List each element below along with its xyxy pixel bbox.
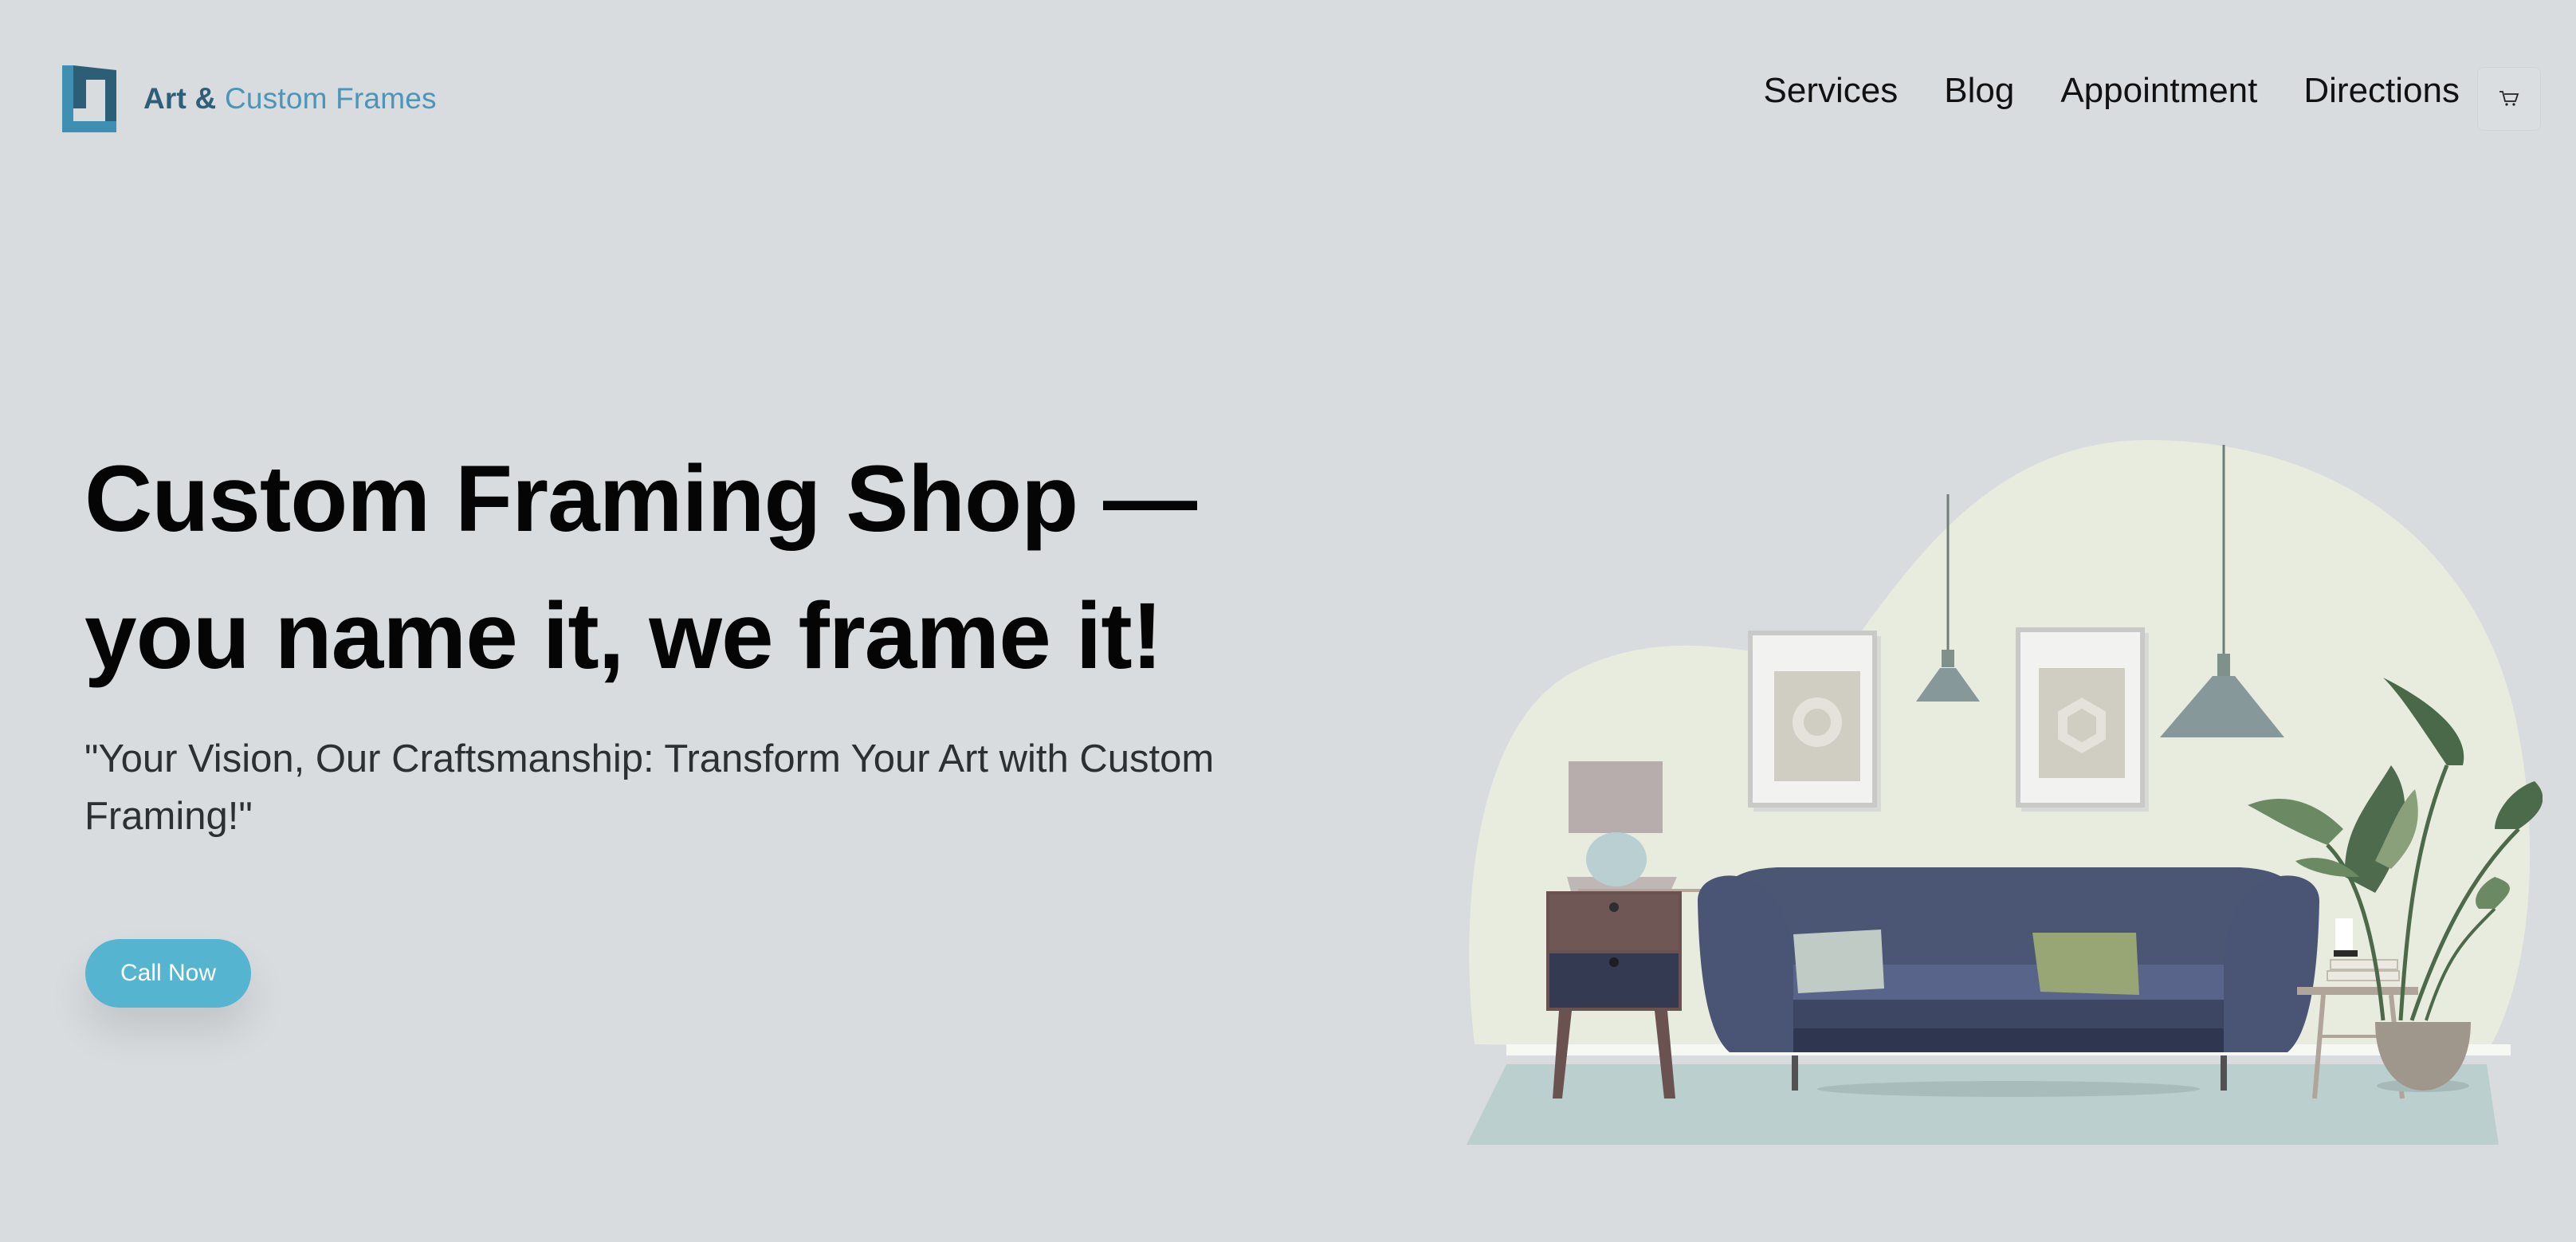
hero-title: Custom Framing Shop — you name it, we fr… (84, 430, 1376, 705)
nav-appointment[interactable]: Appointment (2060, 73, 2257, 108)
wall-frame-left (1748, 631, 1881, 812)
brand-logo[interactable]: Art & Custom Frames (62, 65, 437, 132)
sofa (1698, 867, 2319, 1097)
call-now-button[interactable]: Call Now (85, 939, 251, 1008)
brand-name-part1: Art & (143, 82, 217, 115)
brand-name: Art & Custom Frames (143, 82, 437, 116)
hero-title-line1: Custom Framing Shop — (84, 446, 1197, 552)
cart-button[interactable] (2477, 67, 2541, 131)
hero-title-line2: you name it, we frame it! (84, 584, 1163, 689)
cart-icon (2499, 91, 2519, 106)
nav-blog[interactable]: Blog (1944, 73, 2014, 108)
nav-services[interactable]: Services (1764, 73, 1899, 108)
hero-subtitle: "Your Vision, Our Craftsmanship: Transfo… (84, 737, 1215, 838)
main-nav: Services Blog Appointment Directions (1718, 73, 2460, 108)
nav-directions[interactable]: Directions (2303, 73, 2460, 108)
page: Art & Custom Frames Services Blog Appoin… (0, 0, 2576, 1242)
living-room-illustration (1467, 439, 2543, 1145)
frame-logo-icon (62, 65, 116, 132)
brand-name-part2: Custom Frames (224, 82, 437, 115)
wall-frame-right (2016, 627, 2149, 812)
